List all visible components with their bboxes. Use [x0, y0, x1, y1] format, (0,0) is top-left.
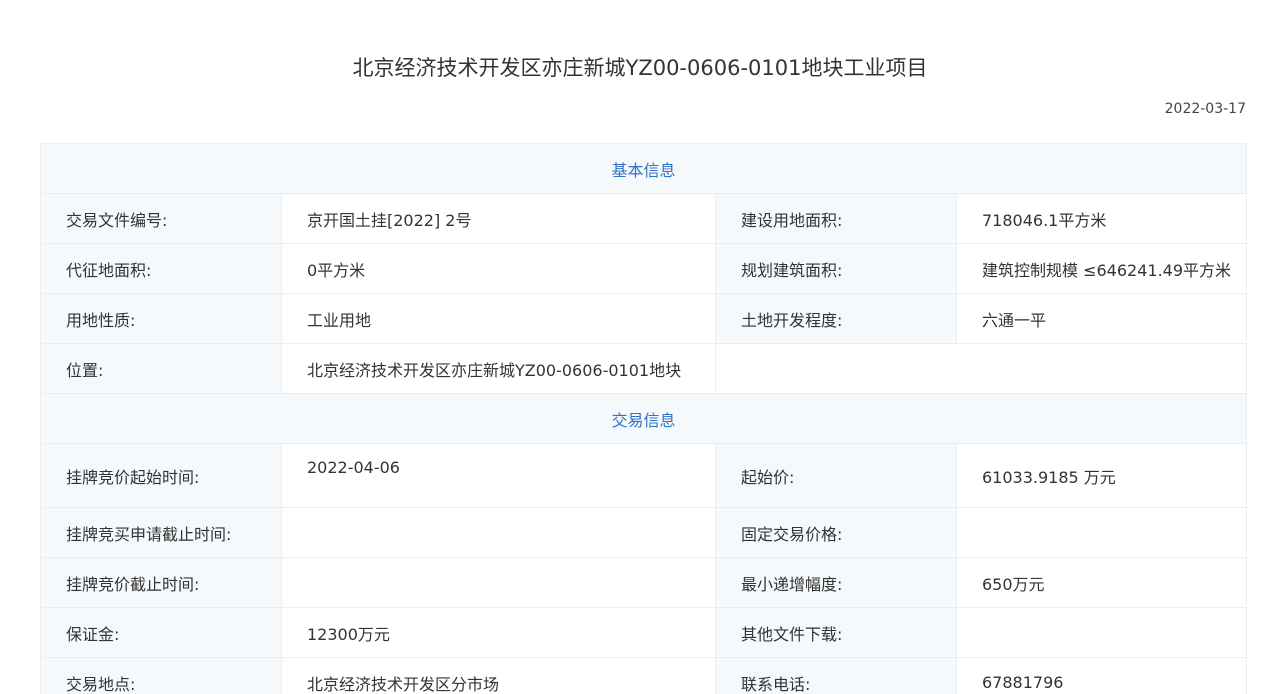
label-land-area: 建设用地面积:: [715, 193, 957, 244]
label-land-use: 用地性质:: [40, 293, 282, 344]
value-land-area: 718046.1平方米: [955, 193, 1248, 244]
label-planned-floor-area: 规划建筑面积:: [715, 243, 957, 294]
value-development-level: 六通一平: [955, 293, 1248, 344]
value-min-increment: 650万元: [955, 557, 1248, 608]
label-location: 位置:: [40, 343, 282, 394]
value-contact-phone: 67881796: [955, 657, 1248, 694]
label-fixed-price: 固定交易价格:: [715, 507, 957, 558]
value-starting-price: 61033.9185 万元: [955, 443, 1248, 508]
empty-cell: [714, 343, 1248, 394]
section-title-basic: 基本信息: [39, 143, 1248, 194]
table-row: 保证金: 12300万元 其他文件下载:: [40, 607, 1248, 658]
label-trade-location: 交易地点:: [40, 657, 282, 694]
label-deposit: 保证金:: [40, 607, 282, 658]
value-planned-floor-area: 建筑控制规模 ≤646241.49平方米: [955, 243, 1248, 294]
value-application-deadline: [281, 507, 716, 558]
value-trade-location: 北京经济技术开发区分市场: [281, 657, 716, 694]
label-starting-price: 起始价:: [715, 443, 957, 508]
label-application-deadline: 挂牌竞买申请截止时间:: [40, 507, 282, 558]
table-row: 交易地点: 北京经济技术开发区分市场 联系电话: 67881796: [40, 657, 1248, 694]
label-bid-end-time: 挂牌竞价截止时间:: [40, 557, 282, 608]
land-info-table: 基本信息 交易文件编号: 京开国土挂[2022] 2号 建设用地面积: 7180…: [39, 143, 1248, 694]
label-levied-area: 代征地面积:: [40, 243, 282, 294]
label-contact-phone: 联系电话:: [715, 657, 957, 694]
section-header-trade: 交易信息: [39, 393, 1248, 444]
label-min-increment: 最小递增幅度:: [715, 557, 957, 608]
value-bid-end-time: [281, 557, 716, 608]
label-development-level: 土地开发程度:: [715, 293, 957, 344]
table-row: 挂牌竞价截止时间: 最小递增幅度: 650万元: [40, 557, 1248, 608]
section-title-trade: 交易信息: [39, 393, 1248, 444]
table-row: 代征地面积: 0平方米 规划建筑面积: 建筑控制规模 ≤646241.49平方米: [40, 243, 1248, 294]
publish-date: 2022-03-17: [1164, 101, 1246, 117]
label-file-number: 交易文件编号:: [40, 193, 282, 244]
page: 北京经济技术开发区亦庄新城YZ00-0606-0101地块工业项目 2022-0…: [0, 0, 1280, 694]
value-fixed-price: [955, 507, 1248, 558]
value-levied-area: 0平方米: [281, 243, 716, 294]
value-location: 北京经济技术开发区亦庄新城YZ00-0606-0101地块: [281, 343, 716, 394]
table-row: 挂牌竞价起始时间: 2022-04-06 起始价: 61033.9185 万元: [40, 443, 1248, 508]
value-land-use: 工业用地: [281, 293, 716, 344]
table-row: 挂牌竞买申请截止时间: 固定交易价格:: [40, 507, 1248, 558]
label-other-downloads: 其他文件下载:: [715, 607, 957, 658]
label-bid-start-time: 挂牌竞价起始时间:: [40, 443, 282, 508]
value-other-downloads: [955, 607, 1248, 658]
section-header-basic: 基本信息: [39, 143, 1248, 194]
table-row: 位置: 北京经济技术开发区亦庄新城YZ00-0606-0101地块: [40, 343, 1248, 394]
table-row: 交易文件编号: 京开国土挂[2022] 2号 建设用地面积: 718046.1平…: [40, 193, 1248, 244]
value-bid-start-time: 2022-04-06: [281, 443, 716, 508]
page-title: 北京经济技术开发区亦庄新城YZ00-0606-0101地块工业项目: [352, 56, 928, 80]
value-deposit: 12300万元: [281, 607, 716, 658]
value-file-number: 京开国土挂[2022] 2号: [281, 193, 716, 244]
table-row: 用地性质: 工业用地 土地开发程度: 六通一平: [40, 293, 1248, 344]
